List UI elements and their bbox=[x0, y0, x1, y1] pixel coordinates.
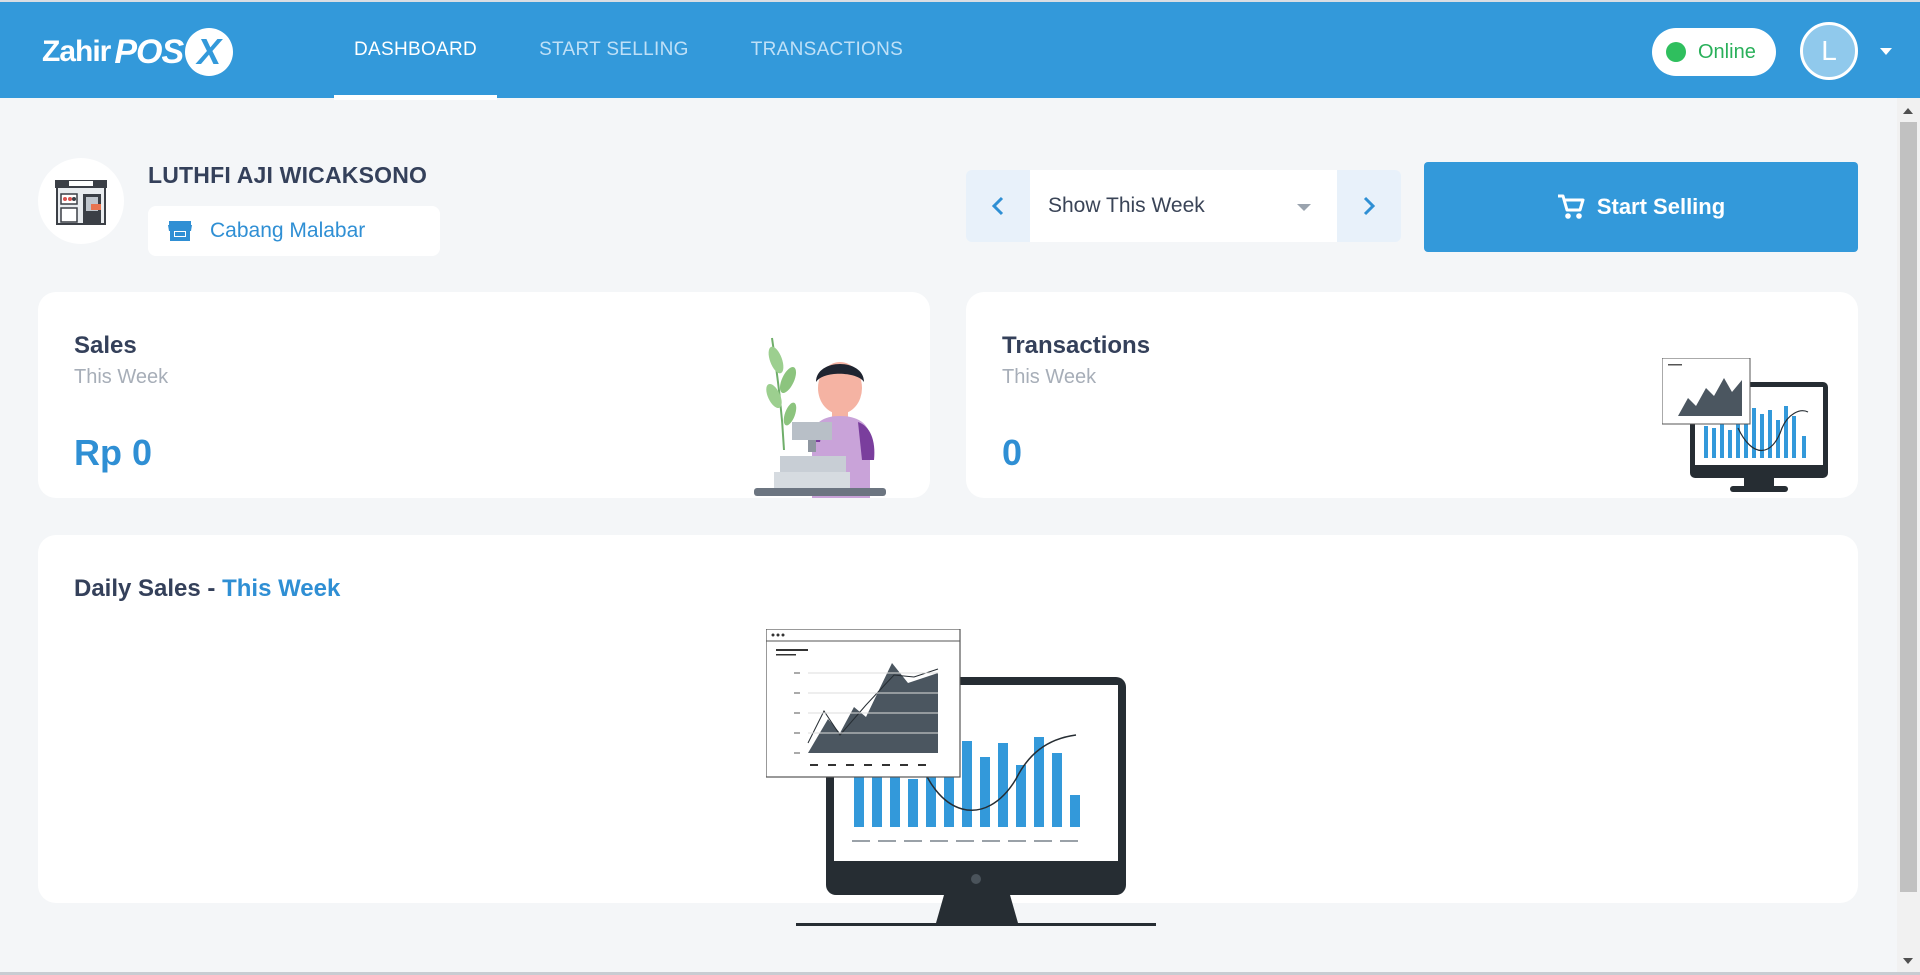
start-selling-button[interactable]: Start Selling bbox=[1424, 162, 1858, 252]
status-label: Online bbox=[1698, 40, 1756, 63]
sales-title: Sales bbox=[74, 332, 137, 359]
branch-selector[interactable]: Cabang Malabar bbox=[148, 206, 440, 256]
daily-sales-card: Daily Sales - This Week bbox=[38, 535, 1858, 926]
transactions-subtitle: This Week bbox=[1002, 366, 1097, 388]
start-selling-label: Start Selling bbox=[1596, 194, 1726, 219]
logo-text-zahir: Zahir bbox=[42, 35, 111, 68]
online-status-badge: Online bbox=[1652, 28, 1776, 76]
shop-icon bbox=[55, 180, 107, 225]
monitor-chart-illustration bbox=[1662, 358, 1828, 492]
period-dropdown[interactable]: Show This Week bbox=[1030, 170, 1337, 242]
scroll-up-arrow-icon[interactable] bbox=[1903, 108, 1913, 114]
logo-text-pos: POS bbox=[114, 32, 184, 71]
status-dot-icon bbox=[1666, 42, 1686, 62]
scroll-thumb[interactable] bbox=[1900, 122, 1917, 892]
nav-start-selling[interactable]: START SELLING bbox=[519, 2, 709, 98]
sales-value: Rp 0 bbox=[74, 432, 153, 473]
logo-x-badge: X bbox=[185, 28, 234, 76]
daily-sales-title-prefix: Daily Sales - bbox=[74, 575, 223, 602]
scroll-down-arrow-icon[interactable] bbox=[1903, 958, 1913, 964]
branch-name: Cabang Malabar bbox=[210, 219, 366, 242]
sales-card: Sales This Week Rp 0 bbox=[38, 292, 930, 498]
chevron-right-icon bbox=[1363, 196, 1376, 216]
period-next-button[interactable] bbox=[1337, 170, 1401, 242]
main-nav: DASHBOARD START SELLING TRANSACTIONS bbox=[334, 2, 945, 100]
transactions-title: Transactions bbox=[1002, 332, 1151, 359]
transactions-card: Transactions This Week 0 bbox=[966, 292, 1858, 498]
cashier-illustration bbox=[754, 337, 886, 498]
transactions-value: 0 bbox=[1002, 432, 1023, 473]
store-icon bbox=[168, 220, 192, 242]
period-prev-button[interactable] bbox=[966, 170, 1030, 242]
shop-avatar bbox=[38, 158, 124, 244]
period-picker: Show This Week bbox=[966, 170, 1401, 242]
page-scrollbar[interactable] bbox=[1897, 98, 1920, 975]
nav-transactions[interactable]: TRANSACTIONS bbox=[731, 2, 923, 98]
user-menu-caret-icon[interactable] bbox=[1880, 48, 1892, 55]
user-name: LUTHFI AJI WICAKSONO bbox=[148, 162, 428, 188]
daily-sales-title: Daily Sales - This Week bbox=[74, 575, 340, 603]
daily-sales-title-accent: This Week bbox=[222, 575, 341, 602]
period-selected-label: Show This Week bbox=[1048, 194, 1205, 217]
caret-down-icon bbox=[1297, 204, 1311, 211]
sales-subtitle: This Week bbox=[74, 366, 169, 388]
nav-dashboard[interactable]: DASHBOARD bbox=[334, 2, 498, 100]
top-bar: Zahir POS X DASHBOARD START SELLING TRAN… bbox=[0, 0, 1920, 100]
user-avatar[interactable]: L bbox=[1800, 22, 1858, 80]
chevron-left-icon bbox=[991, 196, 1004, 216]
app-logo[interactable]: Zahir POS X bbox=[42, 28, 234, 76]
cart-icon bbox=[1557, 194, 1585, 220]
daily-sales-empty-illustration bbox=[766, 629, 1156, 926]
